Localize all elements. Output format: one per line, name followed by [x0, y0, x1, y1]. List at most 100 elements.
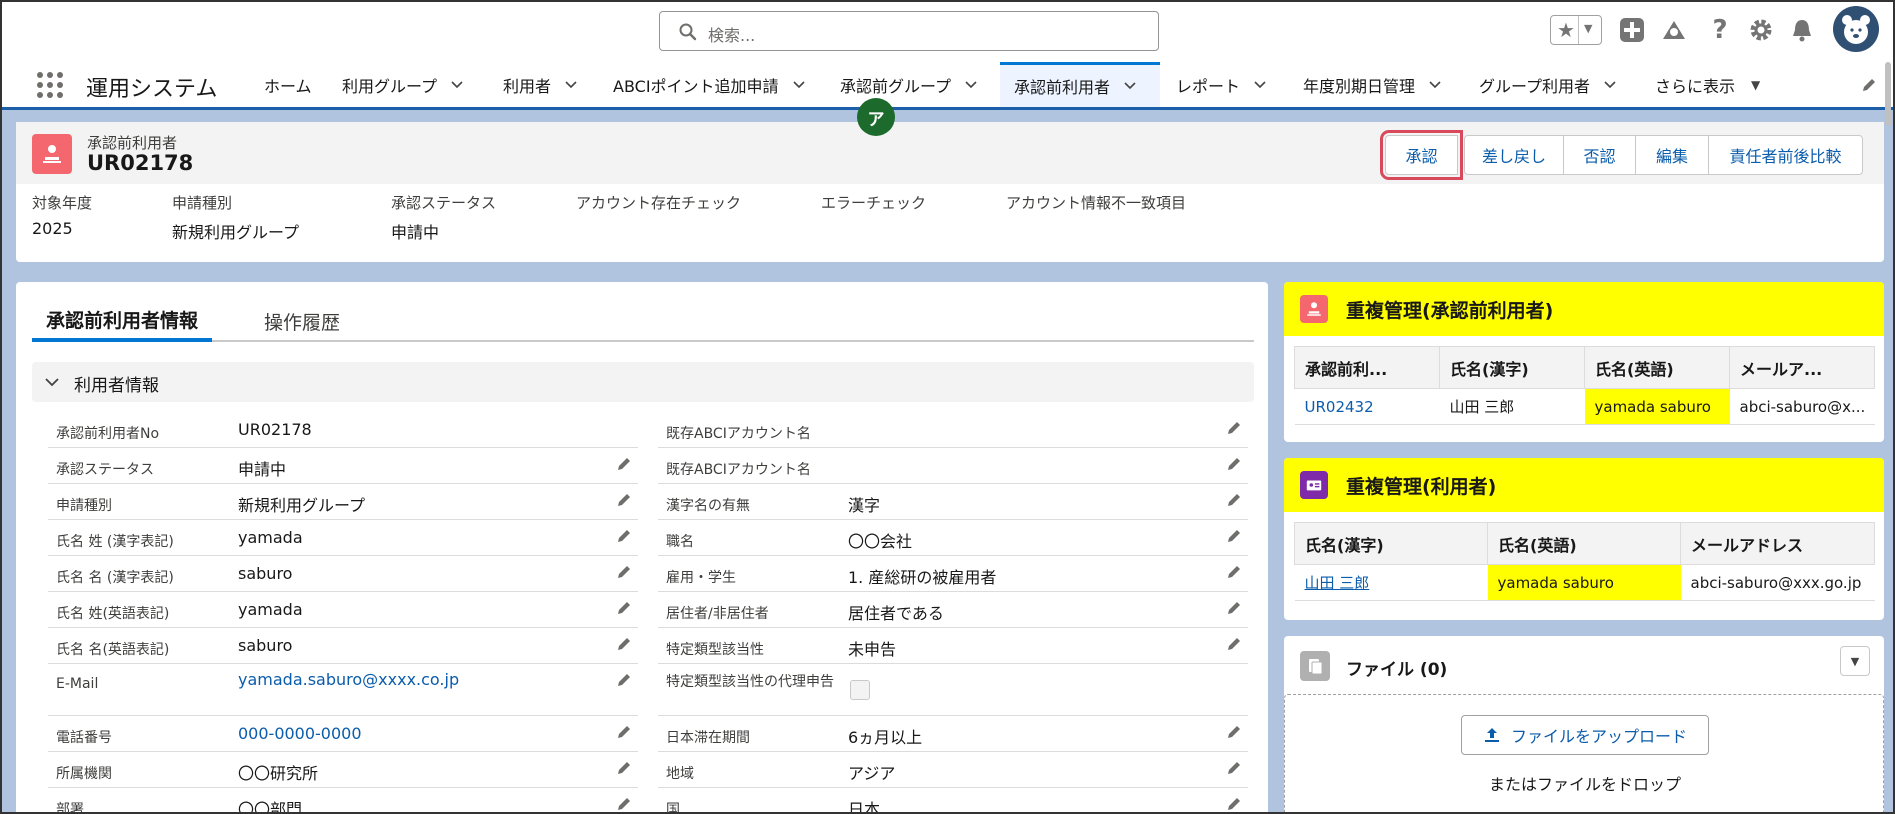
gear-icon[interactable] [1747, 16, 1775, 44]
table-header-row: 承認前利... 氏名(漢字) 氏名(英語) メールア... [1294, 346, 1875, 389]
pencil-icon[interactable] [1226, 492, 1242, 508]
field-value: 6ヵ月以上 [848, 728, 923, 747]
chevron-down-icon[interactable] [1604, 79, 1616, 91]
pencil-icon[interactable] [1226, 456, 1242, 472]
pencil-icon[interactable] [616, 724, 632, 740]
upload-file-button[interactable]: ファイルをアップロード [1461, 715, 1709, 755]
reject-button[interactable]: 否認 [1563, 135, 1636, 175]
pencil-icon[interactable] [616, 760, 632, 776]
column-header[interactable]: 氏名(英語) [1584, 346, 1730, 389]
field-region: 地域 アジア [658, 752, 1248, 788]
help-icon[interactable]: ? [1706, 15, 1734, 45]
caret-down-icon[interactable]: ▼ [1751, 78, 1760, 92]
field-value: 新規利用グループ [238, 496, 366, 515]
column-header[interactable]: 氏名(英語) [1487, 522, 1681, 565]
nav-label: 利用者 [503, 76, 552, 96]
nav-item-due-dates[interactable]: 年度別期日管理 [1289, 62, 1455, 107]
pencil-icon[interactable] [1226, 420, 1242, 436]
column-header[interactable]: 承認前利... [1294, 346, 1440, 389]
edit-nav-icon[interactable] [1860, 76, 1878, 94]
field-residency: 居住者/非居住者 居住者である [658, 592, 1248, 628]
pencil-icon[interactable] [616, 672, 632, 688]
chevron-down-icon[interactable]: ▼ [1584, 22, 1592, 35]
pencil-icon[interactable] [616, 456, 632, 472]
pencil-icon[interactable] [616, 636, 632, 652]
chevron-down-icon[interactable] [1254, 79, 1266, 91]
pencil-icon[interactable] [616, 492, 632, 508]
field-last-name-kanji: 氏名 姓 (漢字表記) yamada [48, 520, 638, 556]
field-phone: 電話番号 000-0000-0000 [48, 716, 638, 752]
star-icon: ★ [1557, 18, 1575, 42]
field-has-kanji: 漢字名の有無 漢字 [658, 484, 1248, 520]
pencil-icon[interactable] [616, 600, 632, 616]
email-link[interactable]: yamada.saburo@xxxx.co.jp [238, 670, 459, 689]
nav-item-home[interactable]: ホーム [250, 62, 326, 107]
avatar[interactable] [1833, 6, 1879, 52]
chevron-down-icon[interactable] [1429, 79, 1441, 91]
chevron-down-icon[interactable] [1124, 80, 1136, 92]
files-card: ファイル (0) ▼ ファイルをアップロード またはファイルをドロップ [1284, 636, 1884, 812]
chevron-down-icon[interactable] [792, 79, 805, 91]
table-cell: yamada saburo [1584, 388, 1730, 425]
pencil-icon[interactable] [616, 564, 632, 580]
pencil-icon[interactable] [1226, 636, 1242, 652]
column-header[interactable]: メールア... [1729, 346, 1875, 389]
pencil-icon[interactable] [1226, 600, 1242, 616]
phone-link[interactable]: 000-0000-0000 [238, 724, 362, 743]
chevron-down-icon[interactable] [965, 79, 977, 91]
nav-item-reports[interactable]: レポート [1162, 62, 1280, 107]
edit-button[interactable]: 編集 [1635, 135, 1709, 175]
column-header[interactable]: 氏名(漢字) [1439, 346, 1585, 389]
card-title[interactable]: ファイル (0) [1346, 655, 1447, 680]
field-label: 地域 [666, 766, 694, 782]
field-department: 部署 〇〇部門 [48, 788, 638, 812]
send-back-button[interactable]: 差し戻し [1464, 135, 1564, 175]
column-header[interactable]: メールアドレス [1680, 522, 1875, 565]
chevron-down-icon[interactable] [44, 375, 60, 391]
card-title[interactable]: 重複管理(利用者) [1346, 472, 1496, 499]
tab-pre-user-info[interactable]: 承認前利用者情報 [32, 300, 213, 342]
field-label: 氏名 姓(英語表記) [56, 606, 170, 622]
chevron-down-icon[interactable] [565, 79, 577, 91]
favorites-button[interactable]: ★ ▼ [1550, 15, 1602, 45]
nav-item-pre-groups[interactable]: 承認前グループ [826, 62, 991, 107]
field-first-name-english: 氏名 名(英語表記) saburo [48, 628, 638, 664]
bell-icon[interactable] [1788, 16, 1816, 44]
pencil-icon[interactable] [1226, 724, 1242, 740]
duplicate-users-card: 重複管理(利用者) 氏名(漢字) 氏名(英語) メールアドレス 山田 三郎 ya… [1284, 458, 1884, 620]
field-value: UR02178 [238, 420, 312, 439]
nav-item-users[interactable]: 利用者 [489, 62, 591, 107]
field-value: アジア [848, 764, 896, 783]
trailhead-icon[interactable] [1660, 16, 1688, 44]
nav-item-point-request[interactable]: ABCIポイント追加申請 [599, 62, 819, 107]
field-stay-period: 日本滞在期間 6ヵ月以上 [658, 716, 1248, 752]
nav-item-more[interactable]: さらに表示 ▼ [1641, 62, 1774, 107]
pencil-icon[interactable] [1226, 564, 1242, 580]
pencil-icon[interactable] [616, 528, 632, 544]
column-header[interactable]: 氏名(漢字) [1294, 522, 1488, 565]
field-label: 雇用・学生 [666, 570, 736, 586]
pencil-icon[interactable] [1226, 528, 1242, 544]
section-user-info[interactable]: 利用者情報 [32, 362, 1254, 402]
nav-item-pre-users[interactable]: 承認前利用者 [1000, 62, 1160, 107]
record-link[interactable]: 山田 三郎 [1294, 564, 1488, 601]
scrollbar[interactable] [1885, 62, 1891, 126]
nav-item-groups[interactable]: 利用グループ [328, 62, 477, 107]
chevron-down-icon[interactable] [451, 79, 463, 91]
nav-item-group-users[interactable]: グループ利用者 [1465, 62, 1630, 107]
record-link[interactable]: UR02432 [1294, 388, 1440, 425]
file-drop-zone[interactable]: ファイルをアップロード またはファイルをドロップ [1284, 694, 1884, 812]
approve-button[interactable]: 承認 [1380, 130, 1463, 180]
pencil-icon[interactable] [1226, 796, 1242, 812]
add-icon[interactable] [1618, 16, 1646, 44]
compare-manager-button[interactable]: 責任者前後比較 [1708, 135, 1863, 175]
caret-down-icon: ▼ [1850, 654, 1860, 668]
pencil-icon[interactable] [1226, 760, 1242, 776]
app-launcher-icon[interactable] [37, 72, 65, 100]
pencil-icon[interactable] [616, 796, 632, 812]
card-menu-button[interactable]: ▼ [1840, 646, 1870, 676]
search-input[interactable]: 検索... [659, 11, 1159, 51]
field-organization: 所属機関 〇〇研究所 [48, 752, 638, 788]
card-title[interactable]: 重複管理(承認前利用者) [1346, 296, 1553, 323]
tab-operation-history[interactable]: 操作履歴 [250, 300, 354, 342]
